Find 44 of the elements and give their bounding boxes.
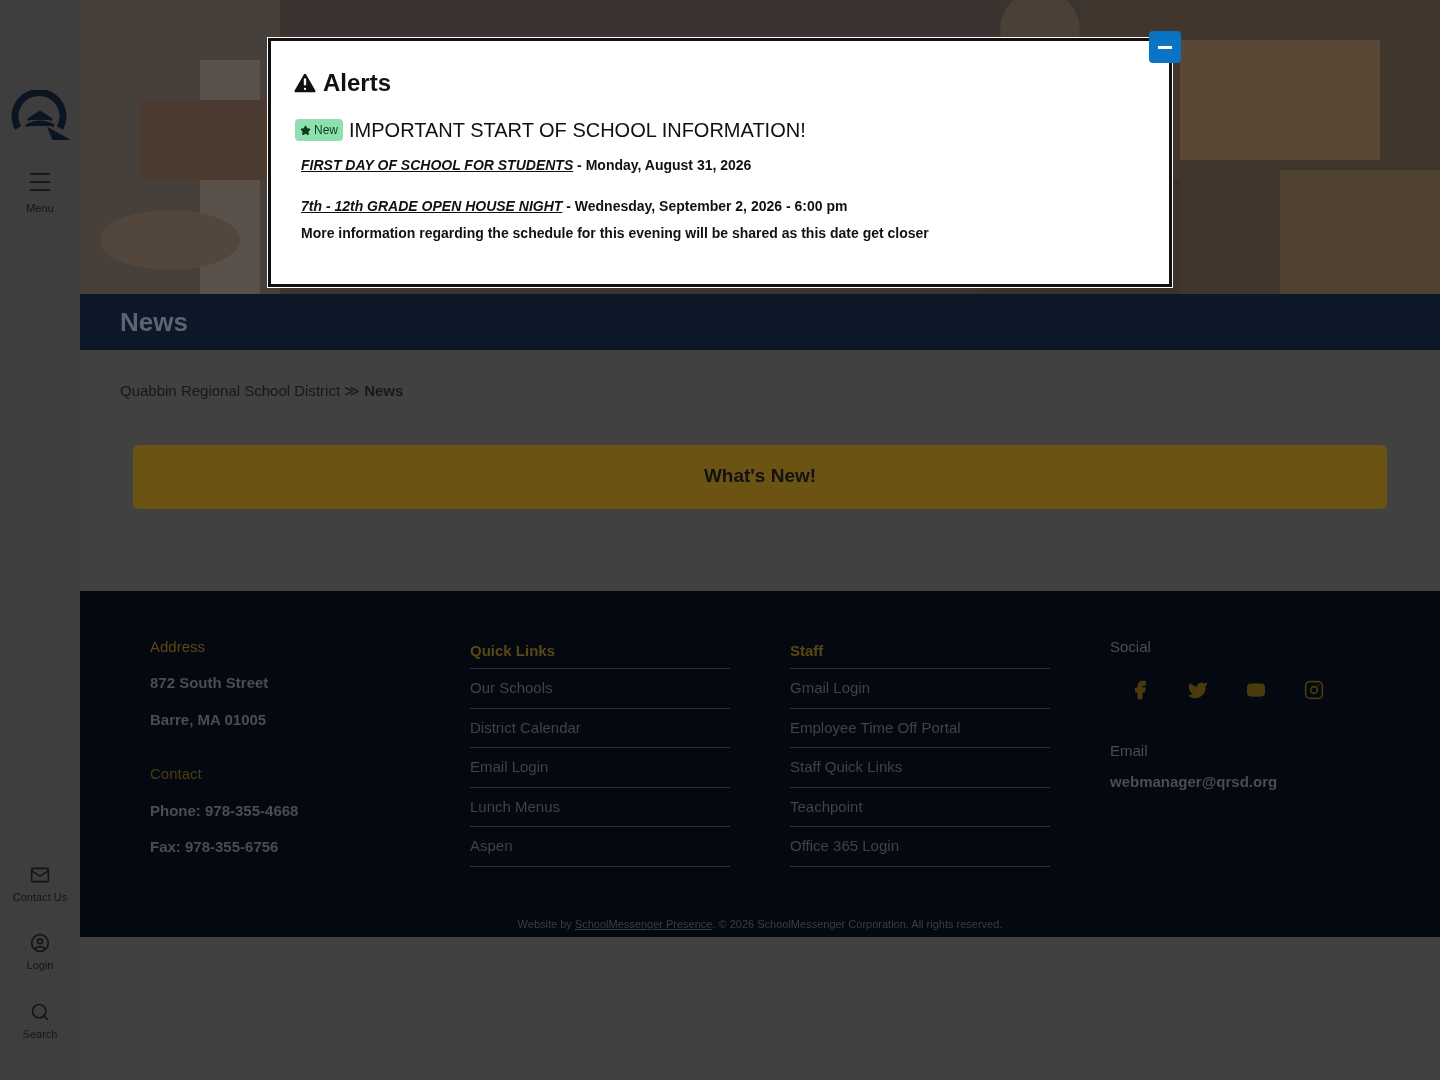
address-line: 872 South Street <box>150 673 270 693</box>
whats-new-button[interactable]: What's New! <box>133 444 1387 509</box>
user-icon <box>30 933 50 953</box>
footer-heading: Email <box>1110 741 1149 761</box>
footer-link[interactable]: District Calendar <box>470 708 730 748</box>
youtube-icon <box>1246 680 1266 700</box>
footer-heading: Social <box>1110 636 1152 657</box>
page-title: News <box>120 305 188 339</box>
minimize-button[interactable] <box>1149 31 1181 63</box>
footer-link[interactable]: Email Login <box>470 748 730 788</box>
twitter-link[interactable] <box>1188 680 1208 700</box>
address-line: Barre, MA 01005 <box>150 709 268 730</box>
alert-heading: IMPORTANT START OF SCHOOL INFORMATION! <box>349 118 806 143</box>
footer-link[interactable]: Lunch Menus <box>470 787 730 827</box>
footer-heading: Address <box>150 636 207 657</box>
alert-link[interactable]: 7th - 12th GRADE OPEN HOUSE NIGHT <box>301 198 563 214</box>
footer-heading: Quick Links <box>470 639 730 669</box>
footer-link[interactable]: Teachpoint <box>790 787 1050 827</box>
alert-note: More information regarding the schedule for this evening will be shared as this date get closer <box>300 224 930 243</box>
instagram-link[interactable] <box>1304 680 1324 700</box>
contact-line: Phone: 978-355-4668 <box>150 800 300 821</box>
footer-link[interactable]: Employee Time Off Portal <box>790 708 1050 748</box>
logo-icon <box>10 90 70 140</box>
search-icon <box>30 1001 50 1022</box>
footer-link[interactable]: Our Schools <box>470 669 730 709</box>
footer-link[interactable]: Gmail Login <box>790 669 1050 709</box>
breadcrumb-separator: ≫ <box>344 381 361 401</box>
instagram-icon <box>1304 680 1324 700</box>
alert-link[interactable]: FIRST DAY OF SCHOOL FOR STUDENTS <box>301 157 574 173</box>
youtube-link[interactable] <box>1246 680 1266 700</box>
footer-heading: Staff <box>790 639 1050 669</box>
alert-line: FIRST DAY OF SCHOOL FOR STUDENTS - Monday, August 31, 2026 <box>300 156 753 175</box>
footer-heading: Contact <box>150 764 203 784</box>
alert-line: 7th - 12th GRADE OPEN HOUSE NIGHT - Wednesday, September 2, 2026 - 6:00 pm <box>300 197 849 216</box>
contact-line: Fax: 978-355-6756 <box>150 837 280 857</box>
star-icon <box>300 124 311 136</box>
twitter-icon <box>1188 680 1208 700</box>
dialog-title: Alerts <box>323 68 392 98</box>
new-badge: New <box>295 119 343 141</box>
footer-link[interactable]: Staff Quick Links <box>790 748 1050 788</box>
email-link[interactable]: webmanager@qrsd.org <box>1110 770 1370 793</box>
footer-link[interactable]: Office 365 Login <box>790 827 1050 867</box>
footer-link[interactable]: Aspen <box>470 827 730 867</box>
minus-icon <box>1158 45 1172 49</box>
